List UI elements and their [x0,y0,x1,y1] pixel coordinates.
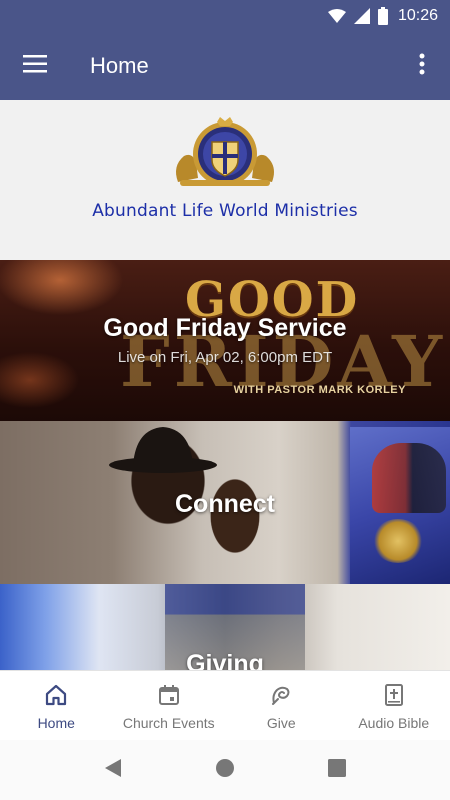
more-vertical-icon [419,53,425,80]
calendar-icon [157,681,181,709]
organization-name: Abundant Life World Ministries [92,201,358,221]
giving-card[interactable]: Giving [0,584,450,670]
system-navigation-bar [0,740,450,800]
nav-label-church-events: Church Events [122,714,215,731]
home-icon [44,681,68,709]
nav-item-church-events[interactable]: Church Events [113,671,226,740]
logo-banner: Abundant Life World Ministries [0,100,450,260]
nav-item-audio-bible[interactable]: Audio Bible [338,671,450,740]
back-triangle-icon [104,758,122,783]
home-system-button[interactable] [169,740,281,800]
recents-square-icon [328,758,346,782]
hat-shape [108,423,218,473]
card-title: Connect [175,490,275,518]
battery-icon [377,7,388,25]
nav-item-home[interactable]: Home [0,671,113,740]
good-friday-service-card[interactable]: GOOD FRIDAY WITH PASTOR MARK KORLEY Good… [0,260,450,421]
connect-card[interactable]: Connect [0,421,450,584]
recents-button[interactable] [281,740,393,800]
home-circle-icon [215,758,235,783]
nav-label-home: Home [37,714,75,731]
art-caption: WITH PASTOR MARK KORLEY [233,384,406,396]
give-icon [269,681,293,709]
ministry-crest-logo [170,116,280,197]
nav-label-audio-bible: Audio Bible [358,714,430,731]
nav-item-give[interactable]: Give [225,671,338,740]
back-button[interactable] [57,740,169,800]
hamburger-menu-icon [23,54,47,78]
status-bar: 10:26 [0,0,450,32]
nav-label-give: Give [266,714,296,731]
page-title: Home [90,53,149,78]
poster-crest-image [372,519,424,563]
signal-icon [353,8,370,24]
app-bar: Home [0,32,450,100]
bottom-navigation: Home Church Events Give Audio Bible [0,670,450,740]
menu-button[interactable] [0,32,70,100]
status-time: 10:26 [397,7,438,24]
card-subtitle: Live on Fri, Apr 02, 6:00pm EDT [117,349,333,366]
overflow-menu-button[interactable] [394,32,450,100]
bible-icon [382,681,406,709]
card-title: Giving [186,650,264,670]
wifi-icon [327,9,346,23]
card-title: Good Friday Service [103,314,347,342]
